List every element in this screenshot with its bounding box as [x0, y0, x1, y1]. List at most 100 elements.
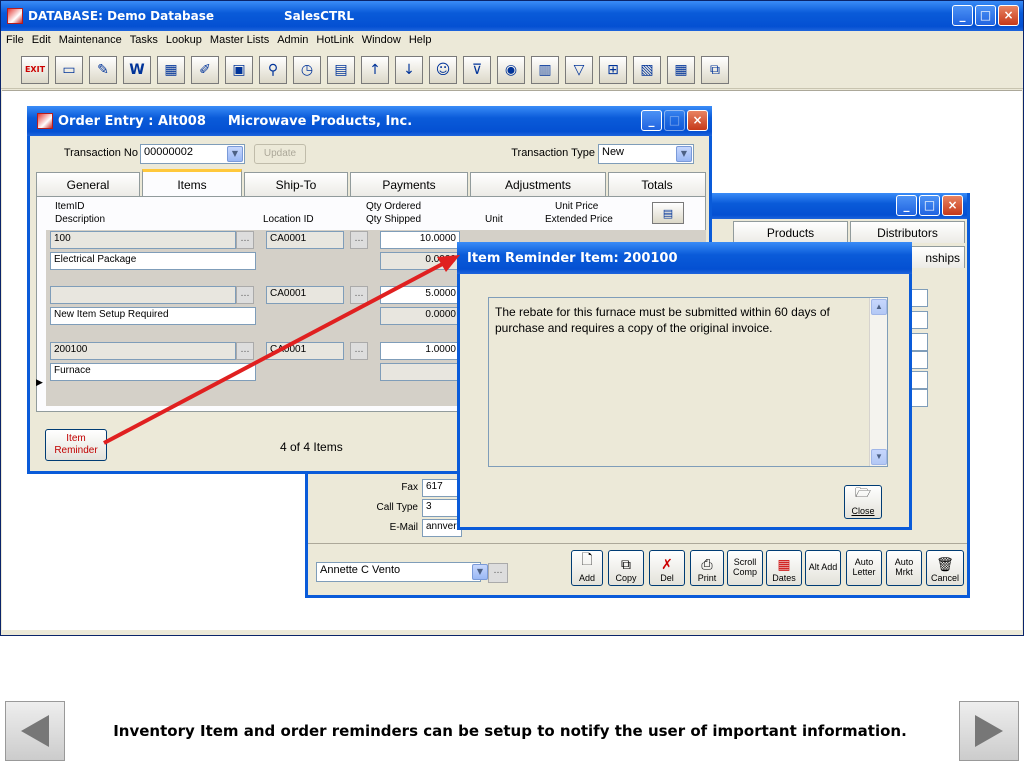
order-minimize-button[interactable]: _ — [641, 110, 662, 131]
customer-close-button[interactable]: × — [942, 195, 963, 216]
edit-button[interactable]: ✐ — [191, 55, 219, 84]
row1-qty-ordered[interactable]: 10.0000 — [380, 231, 460, 249]
up-button[interactable]: ↑ — [361, 55, 389, 84]
update-button[interactable]: Update — [254, 144, 306, 164]
reminder-title-bar: Item Reminder Item: 200100 — [457, 242, 912, 274]
chevron-down-icon[interactable]: ▼ — [472, 564, 488, 580]
row1-itemid[interactable]: 100 — [50, 231, 236, 249]
contact-select[interactable]: Annette C Vento — [316, 562, 481, 582]
row2-location[interactable]: CA0001 — [266, 286, 344, 304]
menu-window[interactable]: Window — [362, 34, 401, 46]
notes-button[interactable]: ✎ — [89, 55, 117, 84]
chevron-down-icon[interactable]: ▼ — [676, 146, 692, 162]
close-button[interactable]: × — [998, 5, 1019, 26]
form-button[interactable]: ▤ — [327, 55, 355, 84]
prev-slide-button[interactable] — [5, 701, 65, 761]
row2-itemid[interactable] — [50, 286, 236, 304]
call-type-select[interactable]: 3 — [422, 499, 462, 517]
copy-button[interactable]: ⧉ Copy — [608, 550, 644, 586]
report-button[interactable]: ▥ — [531, 55, 559, 84]
network-button[interactable]: ⊞ — [599, 55, 627, 84]
add-button[interactable]: 🗋 Add — [571, 550, 603, 586]
calendar-button[interactable]: ▦ — [157, 55, 185, 84]
inbox-button[interactable]: ⊽ — [463, 55, 491, 84]
down-button[interactable]: ↓ — [395, 55, 423, 84]
print-button[interactable]: ⎙ Print — [690, 550, 724, 586]
filter-button[interactable]: ▽ — [565, 55, 593, 84]
search-button[interactable]: ⚲ — [259, 55, 287, 84]
customer-maximize-button[interactable]: □ — [919, 195, 940, 216]
clock-button[interactable]: ◷ — [293, 55, 321, 84]
email-field[interactable]: annver — [422, 519, 462, 537]
printer-icon: ⎙ — [701, 556, 713, 572]
scroll-comp-button[interactable]: Scroll Comp — [727, 550, 763, 586]
auto-letter-button[interactable]: Auto Letter — [846, 550, 882, 586]
tab-items[interactable]: Items — [142, 169, 242, 197]
tab-relationships[interactable]: nships — [908, 246, 965, 268]
row2-qty-ordered[interactable]: 5.0000 — [380, 286, 460, 304]
auto-mrkt-button[interactable]: Auto Mrkt — [886, 550, 922, 586]
chevron-down-icon[interactable]: ▼ — [227, 146, 243, 162]
menu-edit[interactable]: Edit — [32, 34, 51, 46]
tab-products[interactable]: Products — [733, 221, 848, 243]
copy-window-button[interactable]: ⧉ — [701, 55, 729, 84]
menu-help[interactable]: Help — [409, 34, 432, 46]
cancel-button[interactable]: 🗑 Cancel — [926, 550, 964, 586]
window-button[interactable]: ▣ — [225, 55, 253, 84]
dates-button[interactable]: ▦ Dates — [766, 550, 802, 586]
open-folder-button[interactable]: ▭ — [55, 55, 83, 84]
row1-location[interactable]: CA0001 — [266, 231, 344, 249]
tab-adjustments[interactable]: Adjustments — [470, 172, 606, 196]
row3-itemid[interactable]: 200100 — [50, 342, 236, 360]
next-slide-button[interactable] — [959, 701, 1019, 761]
reminder-scrollbar[interactable]: ▲ ▼ — [869, 298, 887, 466]
alt-add-button[interactable]: Alt Add — [805, 550, 841, 586]
item-reminder-button[interactable]: Item Reminder — [45, 429, 107, 461]
contact-lookup-button[interactable]: … — [488, 563, 508, 583]
menu-maintenance[interactable]: Maintenance — [59, 34, 122, 46]
header-description: Description — [55, 214, 106, 225]
row1-item-lookup[interactable]: … — [236, 231, 254, 249]
row1-description[interactable]: Electrical Package — [50, 252, 256, 270]
menu-hotlink[interactable]: HotLink — [316, 34, 353, 46]
row3-description[interactable]: Furnace — [50, 363, 256, 381]
row3-location-lookup[interactable]: … — [350, 342, 368, 360]
tab-ship-to[interactable]: Ship-To — [244, 172, 348, 196]
menu-admin[interactable]: Admin — [277, 34, 308, 46]
row3-location[interactable]: CA0001 — [266, 342, 344, 360]
row2-description[interactable]: New Item Setup Required — [50, 307, 256, 325]
book-button[interactable]: ▧ — [633, 55, 661, 84]
menu-master-lists[interactable]: Master Lists — [210, 34, 269, 46]
row3-qty-shipped[interactable] — [380, 363, 460, 381]
menu-lookup[interactable]: Lookup — [166, 34, 202, 46]
table-button[interactable]: ▦ — [667, 55, 695, 84]
row2-location-lookup[interactable]: … — [350, 286, 368, 304]
row2-item-lookup[interactable]: … — [236, 286, 254, 304]
scroll-up-icon[interactable]: ▲ — [871, 299, 887, 315]
minimize-button[interactable]: _ — [952, 5, 973, 26]
trash-icon: 🗑 — [936, 556, 954, 572]
calculator-button[interactable]: ▤ — [652, 202, 684, 224]
order-close-button[interactable]: × — [687, 110, 708, 131]
maximize-button[interactable]: □ — [975, 5, 996, 26]
row3-qty-ordered[interactable]: 1.0000 — [380, 342, 460, 360]
customer-minimize-button[interactable]: _ — [896, 195, 917, 216]
tab-distributors[interactable]: Distributors — [850, 221, 965, 243]
scroll-down-icon[interactable]: ▼ — [871, 449, 887, 465]
delete-button[interactable]: ✗ Del — [649, 550, 685, 586]
globe-button[interactable]: ◉ — [497, 55, 525, 84]
row1-location-lookup[interactable]: … — [350, 231, 368, 249]
fax-field[interactable]: 617 — [422, 479, 462, 497]
row1-qty-shipped[interactable]: 0.0000 — [380, 252, 460, 270]
row3-item-lookup[interactable]: … — [236, 342, 254, 360]
tab-general[interactable]: General — [36, 172, 140, 196]
close-reminder-button[interactable]: 🗁 Close — [844, 485, 882, 519]
tab-payments[interactable]: Payments — [350, 172, 468, 196]
tab-totals[interactable]: Totals — [608, 172, 706, 196]
user-button[interactable]: ☺ — [429, 55, 457, 84]
menu-tasks[interactable]: Tasks — [130, 34, 158, 46]
word-button[interactable]: W — [123, 55, 151, 84]
exit-button[interactable]: EXIT — [21, 55, 49, 84]
row2-qty-shipped[interactable]: 0.0000 — [380, 307, 460, 325]
menu-file[interactable]: File — [6, 34, 24, 46]
